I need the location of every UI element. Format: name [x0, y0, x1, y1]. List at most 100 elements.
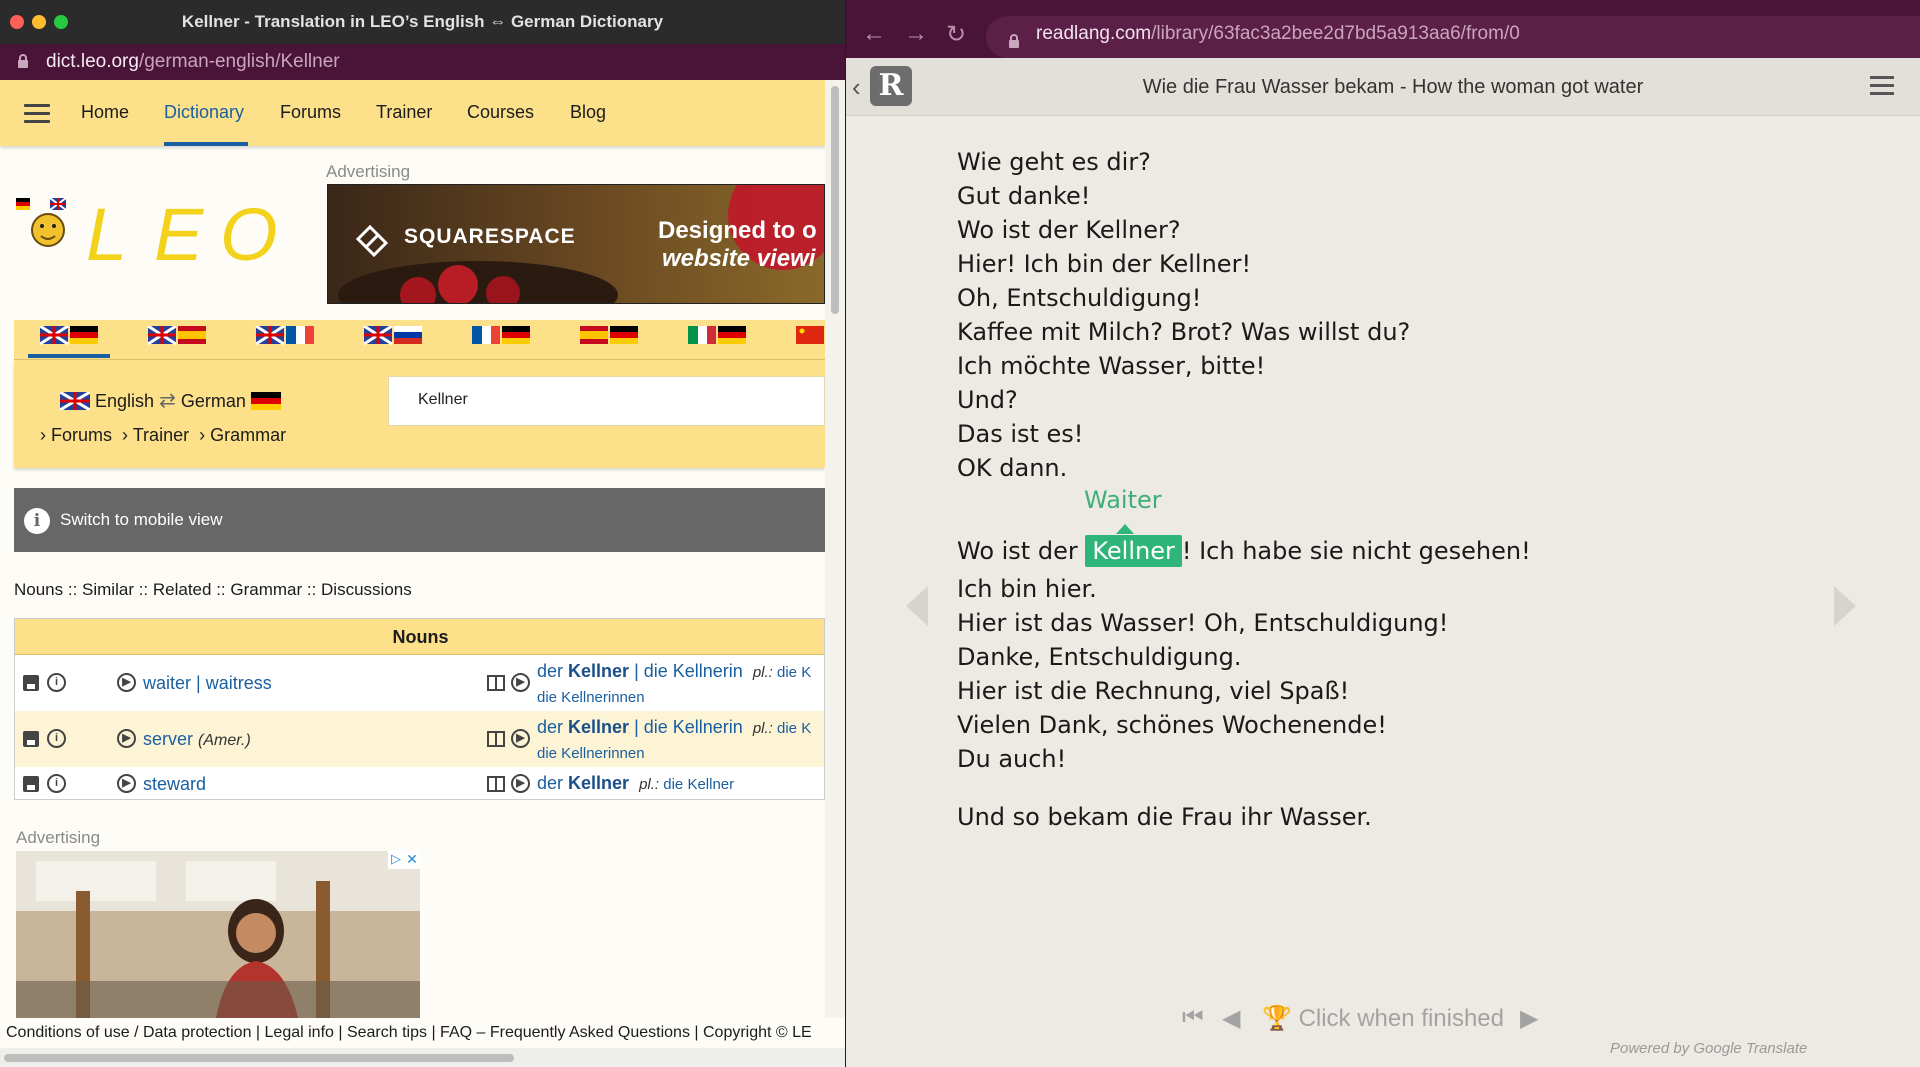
save-icon[interactable] [23, 675, 39, 691]
section-links[interactable]: Nouns :: Similar :: Related :: Grammar :… [14, 580, 412, 600]
story-line[interactable]: Wo ist der Kellner? [957, 216, 1181, 244]
story-line[interactable]: Und so bekam die Frau ihr Wasser. [957, 803, 1372, 831]
save-icon[interactable] [23, 776, 39, 792]
address-bar[interactable]: dict.leo.org/german-english/Kellner [0, 44, 845, 80]
search-input[interactable]: Kellner [388, 376, 825, 426]
story-line[interactable]: Danke, Entschuldigung. [957, 643, 1241, 671]
advertisement-banner[interactable]: SQUARESPACE Designed to o website viewi [327, 184, 825, 304]
back-arrow-icon[interactable]: ← [862, 20, 886, 48]
sub-links: › Forums › Trainer › Grammar [40, 425, 286, 446]
german-term[interactable]: der Kellner pl.: die Kellner [537, 773, 734, 794]
play-icon[interactable]: ▶ [117, 673, 136, 692]
reload-icon[interactable]: ↻ [946, 20, 966, 49]
story-line[interactable]: Hier! Ich bin der Kellner! [957, 250, 1251, 278]
chevron-right-icon: › [199, 425, 206, 445]
uk-flag-icon [59, 390, 91, 412]
title-bar: Kellner - Translation in LEO’s English ⇔… [0, 0, 845, 44]
swap-icon[interactable]: ⇄ [159, 390, 176, 412]
story-line[interactable]: Ich bin hier. [957, 575, 1097, 603]
info-icon[interactable]: i [47, 774, 66, 793]
highlighted-word[interactable]: Kellner [1085, 535, 1182, 567]
close-ad-icon[interactable]: ✕ [404, 851, 420, 869]
info-icon[interactable]: i [47, 729, 66, 748]
trophy-icon: 🏆 [1262, 1005, 1292, 1032]
tooltip-caret [1116, 524, 1134, 534]
german-term[interactable]: der Kellner | die Kellnerin pl.: die K [537, 717, 811, 738]
finish-button[interactable]: 🏆 Click when finished [1262, 1004, 1504, 1033]
story-line[interactable]: Kaffee mit Milch? Brot? Was willst du? [957, 318, 1410, 346]
window-top-edge [846, 0, 1920, 10]
play-icon[interactable]: ▶ [117, 774, 136, 793]
active-language-indicator [28, 354, 110, 358]
forward-arrow-icon[interactable]: → [904, 20, 928, 48]
save-icon[interactable] [23, 731, 39, 747]
mobile-view-text: Switch to mobile view [60, 510, 223, 529]
flag-en-fr[interactable] [255, 326, 314, 346]
story-line[interactable]: Vielen Dank, schönes Wochenende! [957, 711, 1387, 739]
story-line[interactable]: Gut danke! [957, 182, 1090, 210]
leo-logo[interactable]: L E O [14, 196, 304, 266]
previous-page-arrow-icon[interactable] [906, 586, 928, 626]
nav-forums[interactable]: Forums [280, 102, 341, 123]
story-line[interactable]: Du auch! [957, 745, 1066, 773]
story-line[interactable]: Ich möchte Wasser, bitte! [957, 352, 1265, 380]
flag-zh-de[interactable] [796, 326, 824, 344]
info-icon[interactable]: i [47, 673, 66, 692]
advertisement-image[interactable]: ▷ ✕ [16, 851, 420, 1018]
vertical-scrollbar[interactable] [825, 80, 845, 1048]
ad-photo [16, 851, 420, 1018]
german-term[interactable]: der Kellner | die Kellnerin pl.: die K [537, 661, 811, 682]
horizontal-scrollbar[interactable] [0, 1048, 845, 1067]
play-icon[interactable]: ▶ [511, 729, 530, 748]
inflection-table-icon[interactable] [487, 675, 505, 691]
flag-fr-de[interactable] [472, 326, 530, 344]
story-line[interactable]: OK dann. [957, 454, 1067, 482]
nav-courses[interactable]: Courses [467, 102, 534, 123]
inflection-table-icon[interactable] [487, 776, 505, 792]
url-text[interactable]: readlang.com/library/63fac3a2bee2d7bd5a9… [1036, 23, 1520, 45]
flag-en-de[interactable] [40, 326, 98, 346]
next-page-arrow-icon[interactable] [1834, 586, 1856, 626]
story-line[interactable]: Wie geht es dir? [957, 148, 1151, 176]
adchoices-icon[interactable]: ▷ [388, 851, 404, 869]
story-line[interactable]: Das ist es! [957, 420, 1083, 448]
flag-en-es[interactable] [147, 326, 206, 346]
nav-home[interactable]: Home [81, 102, 129, 123]
footer-links[interactable]: Conditions of use / Data protection | Le… [0, 1018, 845, 1048]
inflection-table-icon[interactable] [487, 731, 505, 747]
lock-icon [1009, 34, 1019, 48]
play-icon[interactable]: ▶ [511, 673, 530, 692]
english-term[interactable]: steward [143, 774, 206, 795]
story-line[interactable]: Und? [957, 386, 1018, 414]
play-icon[interactable]: ▶ [511, 774, 530, 793]
english-term[interactable]: waiter | waitress [143, 673, 272, 694]
nav-dictionary[interactable]: Dictionary [164, 102, 244, 123]
first-page-icon[interactable]: ⏮ [1182, 1004, 1204, 1032]
nouns-table: Nouns i ▶ waiter | waitress ▶ der Kellne… [14, 618, 825, 800]
translation-tooltip: Waiter [1084, 486, 1162, 514]
link-trainer[interactable]: Trainer [133, 425, 189, 445]
lock-icon [18, 54, 28, 68]
menu-icon[interactable] [1870, 76, 1894, 100]
story-line[interactable]: Hier ist das Wasser! Oh, Entschuldigung! [957, 609, 1448, 637]
next-page-icon[interactable]: ▶ [1520, 1004, 1538, 1033]
german-flag-icon [250, 392, 281, 410]
previous-page-icon[interactable]: ◀ [1222, 1004, 1240, 1033]
nav-trainer[interactable]: Trainer [376, 102, 432, 123]
language-switch[interactable]: English ⇄ German [59, 388, 281, 413]
play-icon[interactable]: ▶ [117, 729, 136, 748]
mobile-view-bar[interactable]: i Switch to mobile view [14, 488, 825, 552]
url-text[interactable]: dict.leo.org/german-english/Kellner [46, 51, 340, 73]
story-line[interactable]: Hier ist die Rechnung, viel Spaß! [957, 677, 1349, 705]
chevron-right-icon: › [122, 425, 129, 445]
story-line[interactable]: Oh, Entschuldigung! [957, 284, 1201, 312]
link-grammar[interactable]: Grammar [210, 425, 286, 445]
english-term[interactable]: server (Amer.) [143, 729, 251, 750]
nav-blog[interactable]: Blog [570, 102, 606, 123]
flag-es-de[interactable] [580, 326, 638, 344]
menu-icon[interactable] [24, 104, 50, 128]
link-forums[interactable]: Forums [51, 425, 112, 445]
story-line-highlighted[interactable]: Wo ist der Kellner! Ich habe sie nicht g… [957, 535, 1531, 567]
flag-en-ru[interactable] [363, 326, 422, 346]
flag-it-de[interactable] [688, 326, 746, 344]
